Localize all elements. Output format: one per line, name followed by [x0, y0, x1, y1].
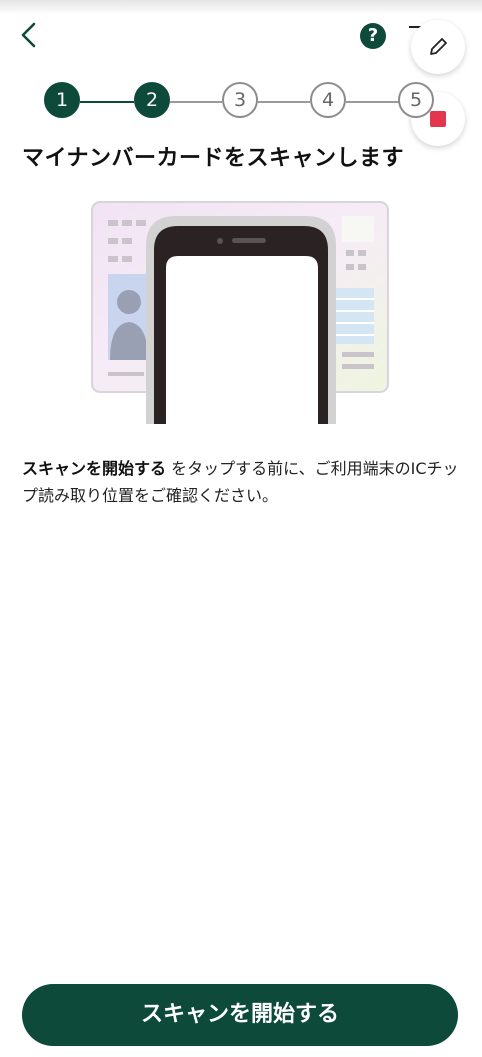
- step-connector: [80, 101, 134, 103]
- start-scan-button[interactable]: スキャンを開始する: [22, 984, 458, 1046]
- page-title: マイナンバーカードをスキャンします: [22, 146, 405, 171]
- edit-floating-button[interactable]: [411, 20, 465, 74]
- instruction-emphasis: スキャンを開始する: [22, 459, 167, 478]
- my-number-card-phone-illustration: [91, 201, 389, 424]
- step-5: 5: [398, 82, 434, 118]
- status-bar-fade: [0, 0, 482, 14]
- step-connector: [170, 101, 222, 103]
- pencil-icon: [430, 38, 447, 55]
- back-button[interactable]: [14, 18, 44, 52]
- help-icon[interactable]: ?: [360, 23, 386, 49]
- step-3: 3: [222, 82, 258, 118]
- progress-stepper: 1 2 3 4 5: [0, 82, 482, 122]
- step-connector: [346, 101, 400, 103]
- step-2: 2: [134, 82, 170, 118]
- card-scan-illustration: [88, 198, 394, 424]
- step-4: 4: [310, 82, 346, 118]
- step-connector: [258, 101, 310, 103]
- step-1: 1: [44, 82, 80, 118]
- instruction-text: スキャンを開始する をタップする前に、ご利用端末のICチップ読み取り位置をご確認…: [22, 455, 462, 509]
- chevron-left-icon: [21, 22, 36, 48]
